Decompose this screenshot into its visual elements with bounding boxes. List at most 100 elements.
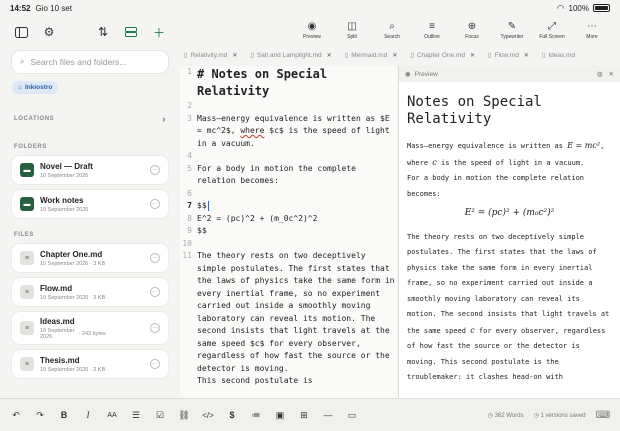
preview-equation: E² = (pc)² + (m₀c²)² [464, 208, 555, 218]
table-icon[interactable]: ⊞ [298, 410, 310, 421]
fullscreen-button[interactable]: ⤢ Full Screen [532, 16, 572, 46]
close-icon[interactable]: ✕ [327, 52, 332, 59]
redo-icon[interactable]: ↷ [34, 410, 46, 421]
link-icon[interactable]: ⛓ [178, 410, 190, 421]
clock-icon: ◷ [487, 412, 494, 419]
more-icon[interactable]: ··· [150, 253, 160, 263]
preview-title: Notes on Special Relativity [407, 94, 542, 127]
battery-icon [593, 4, 610, 12]
more-icon[interactable]: ··· [150, 287, 160, 297]
editor-line: $$ [197, 200, 209, 211]
file-item[interactable]: ≡ Thesis.md 10 September 2026 · 2 KB ··· [12, 350, 168, 378]
close-icon[interactable]: ✕ [232, 52, 237, 59]
versions-saved[interactable]: ◷ 1 versions saved [534, 412, 586, 419]
ellipsis-icon: ⋯ [587, 21, 597, 32]
status-time: 14:52 [10, 3, 31, 13]
spellcheck-word[interactable]: where [240, 126, 264, 135]
bold-icon[interactable]: B [58, 410, 70, 420]
more-icon[interactable]: ··· [150, 323, 160, 333]
markdown-editor[interactable]: 1 # Notes on Special Relativity 2 3 Mass–e… [180, 66, 397, 411]
locations-header[interactable]: LOCATIONS › [4, 114, 176, 124]
editor-line: $$ [197, 226, 207, 235]
close-icon[interactable]: ✕ [524, 52, 529, 59]
editor-line: The theory rests on two deceptively simp… [197, 251, 395, 373]
target-icon: ⊕ [467, 21, 477, 32]
document-icon: ▯ [410, 52, 414, 59]
outline-icon: ≡ [429, 21, 435, 32]
split-icon: ◫ [347, 21, 357, 32]
chevron-right-icon: › [162, 114, 166, 124]
sort-icon[interactable]: ⇅ [96, 25, 110, 39]
code-icon[interactable]: </> [202, 411, 214, 420]
location-chip[interactable]: ⌂ Inkiostro [12, 81, 59, 94]
search-input[interactable] [30, 57, 151, 67]
undo-icon[interactable]: ↶ [10, 410, 22, 421]
typewriter-button[interactable]: ✎ Typewriter [492, 16, 532, 46]
preview-button[interactable]: ◉ Preview [292, 16, 332, 46]
outline-button[interactable]: ≡ Outline [412, 16, 452, 46]
editor-line: For a body in motion the complete relati… [197, 163, 361, 186]
folder-icon: ▬ [20, 197, 34, 211]
more-icon[interactable]: ··· [150, 359, 160, 369]
tab-mermaid[interactable]: ▯ Mermaid.md ✕ [341, 51, 407, 60]
eye-icon: ◉ [307, 21, 317, 32]
italic-icon[interactable]: I [82, 410, 94, 420]
tab-flow[interactable]: ▯ Flow.md ✕ [484, 51, 538, 60]
sidebar-toolbar: ⚙ ⇅ ＋ [4, 16, 176, 48]
search-box[interactable]: ⌕ [12, 51, 168, 73]
document-icon: ≡ [20, 357, 34, 371]
home-icon: ⌂ [18, 84, 22, 91]
tab-salt-and-lamplight[interactable]: ▯ Salt and Lamplight.md ✕ [246, 51, 340, 60]
file-item[interactable]: ≡ Chapter One.md 10 September 2026 · 3 K… [12, 244, 168, 272]
palette-icon[interactable]: ◍ [597, 70, 603, 78]
format-toolbar: ↶ ↷ B I AA ☰ ☑ ⛓ </> $ ≔ ▣ ⊞ — ▭ ◷ 362 W… [0, 398, 620, 431]
magnifier-icon: ⌕ [389, 21, 395, 32]
search-button[interactable]: ⌕ Search [372, 16, 412, 46]
document-icon: ▯ [344, 52, 349, 59]
focus-button[interactable]: ⊕ Focus [452, 16, 492, 46]
close-icon[interactable]: ✕ [470, 52, 475, 59]
close-icon[interactable]: ✕ [392, 52, 397, 59]
text-size-icon[interactable]: AA [106, 412, 118, 419]
image-icon[interactable]: ▣ [274, 410, 286, 421]
checklist-icon[interactable]: ☑ [154, 410, 166, 421]
sidebar: ⚙ ⇅ ＋ ⌕ ⌂ Inkiostro LOCATIONS › FOLDERS … [4, 16, 176, 398]
tab-relativity[interactable]: ▯ Relativity.md ✕ [180, 51, 246, 60]
footnote-icon[interactable]: ▭ [346, 410, 358, 421]
preview-paragraph: The theory rests on two deceptively simp… [407, 232, 610, 382]
battery-percent: 100% [568, 3, 589, 13]
word-count: ◷ 362 Words [487, 412, 524, 419]
more-icon[interactable]: ··· [150, 199, 160, 209]
split-button[interactable]: ◫ Split [332, 16, 372, 46]
file-item[interactable]: ≡ Ideas.md 10 September 2026 · 243 bytes… [12, 312, 168, 344]
close-icon[interactable]: ✕ [609, 70, 614, 78]
pen-icon: ✎ [507, 21, 517, 32]
bullet-list-icon[interactable]: ☰ [130, 410, 142, 421]
document-icon: ▯ [184, 52, 188, 59]
horizontal-rule-icon[interactable]: — [322, 410, 334, 420]
tab-ideas[interactable]: ▯ Ideas.md [538, 51, 584, 60]
add-icon[interactable]: ＋ [152, 25, 166, 40]
document-icon: ▯ [541, 52, 546, 59]
numbered-list-icon[interactable]: ≔ [250, 410, 262, 421]
tab-chapter-one[interactable]: ▯ Chapter One.md ✕ [406, 51, 484, 60]
preview-paragraph: For a body in motion the complete relati… [407, 174, 585, 198]
editor-line: # Notes on Special Relativity [197, 67, 335, 98]
editor-line: This second postulate is [197, 376, 313, 385]
document-icon: ≡ [20, 251, 34, 265]
gear-icon[interactable]: ⚙ [42, 25, 56, 39]
sidebar-toggle-icon[interactable] [14, 25, 28, 39]
tab-bar: ▯ Relativity.md ✕ ▯ Salt and Lamplight.md ✕ … [180, 48, 620, 62]
view-toggle-icon[interactable] [124, 25, 138, 39]
more-button[interactable]: ⋯ More [572, 16, 612, 46]
more-icon[interactable]: ··· [150, 165, 160, 175]
document-icon: ▯ [488, 52, 492, 59]
folder-item[interactable]: ▬ Work notes 10 September 2026 ··· [12, 190, 168, 218]
folder-item[interactable]: ▬ Novel — Draft 10 September 2026 ··· [12, 156, 168, 184]
preview-pane: ◉ Preview ◍ ✕ Notes on Special Relativit… [399, 66, 620, 411]
file-item[interactable]: ≡ Flow.md 10 September 2026 · 3 KB ··· [12, 278, 168, 306]
keyboard-icon[interactable]: ⌨ [596, 410, 610, 421]
search-icon: ⌕ [20, 57, 25, 66]
preview-header: ◉ Preview ◍ ✕ [399, 66, 620, 82]
math-icon[interactable]: $ [226, 410, 238, 420]
